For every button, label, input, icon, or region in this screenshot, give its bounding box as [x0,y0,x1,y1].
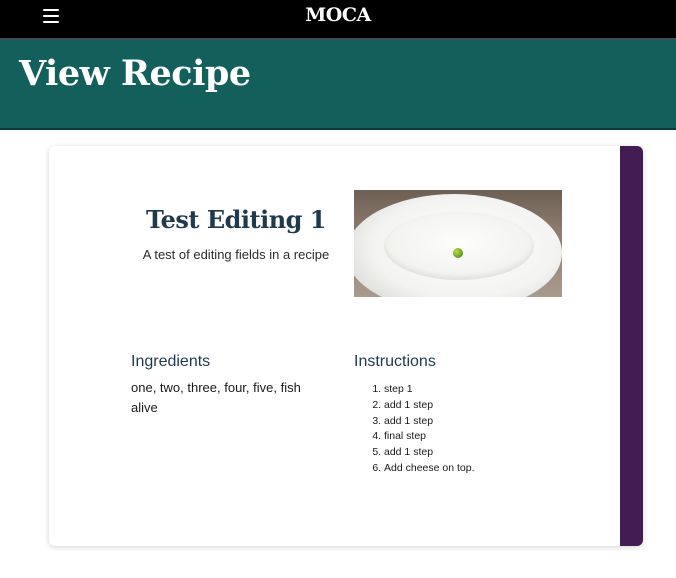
recipe-card: Test Editing 1 A test of editing fields … [49,146,643,546]
page-title: View Recipe [19,53,251,94]
instruction-step: add 1 step [384,398,475,414]
page-hero: View Recipe [0,39,676,130]
instruction-step: add 1 step [384,445,475,461]
ingredients-heading: Ingredients [131,353,211,370]
top-navbar: MOCA [0,0,676,39]
instruction-step: Add cheese on top. [384,461,475,477]
recipe-description: A test of editing fields in a recipe [142,247,330,262]
recipe-image [354,190,562,297]
instruction-step: step 1 [384,382,475,398]
ingredients-text: one, two, three, four, five, fish alive [131,380,301,415]
instructions-heading: Instructions [354,353,436,370]
instructions-list: step 1 add 1 step add 1 step final step … [354,382,475,477]
plate-center [384,212,534,280]
recipe-title: Test Editing 1 [145,205,327,234]
pea-shape [453,248,463,258]
instruction-step: final step [384,429,475,445]
instruction-step: add 1 step [384,414,475,430]
card-accent-bar [620,146,643,546]
brand-logo[interactable]: MOCA [0,4,676,26]
